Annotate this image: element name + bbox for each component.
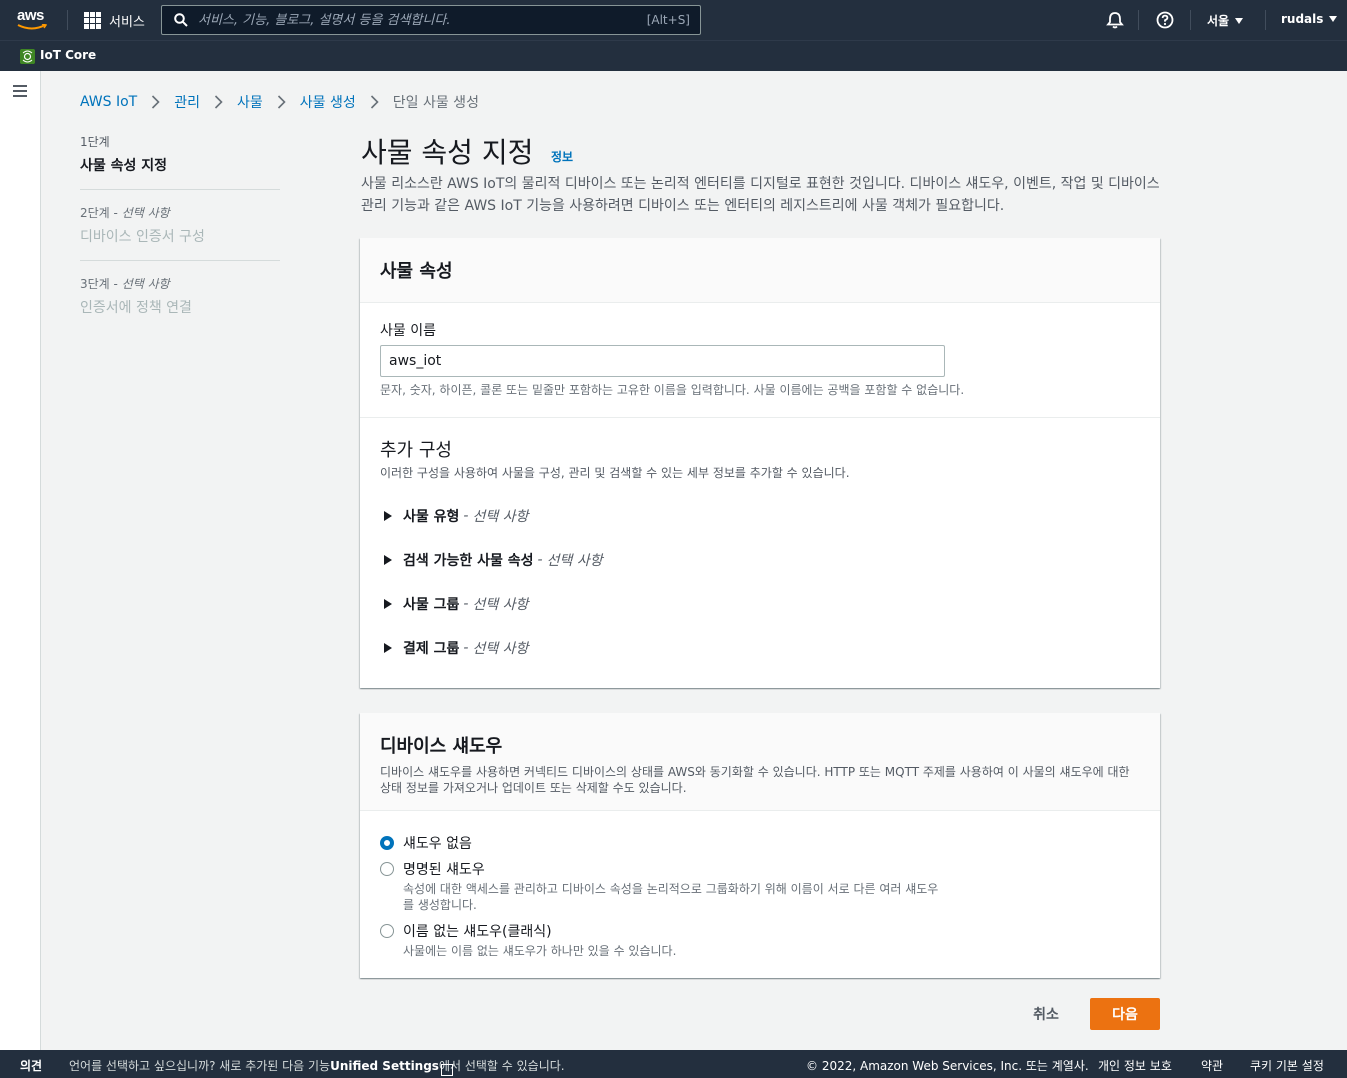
wizard-step-3: 3단계 - 선택 사항 인증서에 정책 연결: [80, 275, 280, 331]
nav-divider: [1265, 10, 1266, 30]
help-icon[interactable]: [1155, 10, 1175, 30]
wizard-step-2: 2단계 - 선택 사항 디바이스 인증서 구성: [80, 204, 280, 261]
chevron-right-icon: [370, 95, 379, 109]
chevron-right-icon: [277, 95, 286, 109]
breadcrumb-manage[interactable]: 관리: [174, 92, 200, 112]
bell-icon[interactable]: [1105, 10, 1125, 30]
step-title: 인증서에 정책 연결: [80, 300, 192, 316]
searchable-attributes-expander[interactable]: 검색 가능한 사물 속성 - 선택 사항: [384, 550, 603, 570]
breadcrumb-things[interactable]: 사물: [237, 92, 263, 112]
device-shadow-container: 디바이스 섀도우 디바이스 섀도우를 사용하면 커넥티드 디바이스의 상태를 A…: [360, 713, 1160, 978]
step-title: 사물 속성 지정: [80, 158, 168, 174]
nav-divider: [1190, 10, 1191, 30]
chevron-right-icon: [152, 95, 160, 109]
breadcrumb-create-things[interactable]: 사물 생성: [300, 92, 356, 112]
additional-config-description: 이러한 구성을 사용하여 사물을 구성, 관리 및 검색할 수 있는 세부 정보…: [380, 466, 850, 480]
smile-icon: [17, 24, 47, 30]
step-title: 디바이스 인증서 구성: [80, 229, 205, 245]
caret-down-icon: [1235, 17, 1244, 24]
chevron-right-icon: [214, 95, 223, 109]
next-button[interactable]: 다음: [1090, 998, 1160, 1030]
radio-label: 명명된 섀도우: [403, 862, 485, 878]
search-bar[interactable]: [Alt+S]: [161, 5, 701, 35]
copyright: © 2022, Amazon Web Services, Inc. 또는 계열사…: [806, 1059, 1089, 1073]
menu-icon[interactable]: [13, 85, 27, 97]
caret-right-icon: [384, 555, 392, 565]
thing-name-label: 사물 이름: [380, 323, 436, 339]
page-description: 사물 리소스란 AWS IoT의 물리적 디바이스 또는 논리적 엔터티를 디지…: [361, 176, 1160, 214]
thing-type-expander[interactable]: 사물 유형 - 선택 사항: [384, 506, 528, 526]
container-title: 디바이스 섀도우: [380, 736, 503, 757]
feedback-link[interactable]: 의견: [20, 1057, 42, 1074]
step-number: 1단계: [80, 135, 110, 149]
wizard-step-1: 1단계 사물 속성 지정: [80, 133, 280, 190]
caret-right-icon: [384, 643, 392, 653]
radio-description: 속성에 대한 액세스를 관리하고 디바이스 속성을 논리적으로 그룹화하기 위해…: [403, 882, 939, 912]
thing-properties-container: 사물 속성 사물 이름 문자, 숫자, 하이픈, 콜론 또는 밑줄만 포함하는 …: [360, 238, 1160, 688]
thing-name-input[interactable]: [380, 345, 945, 377]
service-name-link[interactable]: IoT Core: [40, 48, 96, 62]
wizard-steps: 1단계 사물 속성 지정 2단계 - 선택 사항 디바이스 인증서 구성 3단계…: [80, 133, 280, 345]
search-icon: [174, 13, 188, 27]
search-shortcut: [Alt+S]: [646, 13, 690, 27]
iot-core-icon: [20, 49, 35, 64]
breadcrumb: AWS IoT 관리 사물 사물 생성 단일 사물 생성: [80, 92, 479, 112]
language-notice: 언어를 선택하고 싶으십니까? 새로 추가된 다음 기능Unified Sett…: [69, 1057, 565, 1076]
services-menu-button[interactable]: 서비스: [84, 11, 145, 30]
search-input[interactable]: [198, 12, 647, 28]
divider: [360, 417, 1160, 418]
service-favorites-bar: IoT Core: [0, 40, 1347, 71]
top-navigation: aws 서비스 [Alt+S] 서울 rudals: [0, 0, 1347, 40]
breadcrumb-aws-iot[interactable]: AWS IoT: [80, 94, 137, 110]
terms-link[interactable]: 약관: [1201, 1057, 1223, 1074]
radio-description: 사물에는 이름 없는 섀도우가 하나만 있을 수 있습니다.: [403, 944, 677, 958]
aws-logo-text: aws: [17, 7, 44, 24]
breadcrumb-current: 단일 사물 생성: [392, 95, 479, 111]
account-menu[interactable]: rudals: [1281, 12, 1338, 26]
cancel-button[interactable]: 취소: [1018, 998, 1074, 1030]
page-title: 사물 속성 지정: [361, 136, 534, 169]
billing-group-expander[interactable]: 결제 그룹 - 선택 사항: [384, 638, 528, 658]
thing-name-hint: 문자, 숫자, 하이픈, 콜론 또는 밑줄만 포함하는 고유한 이름을 입력합니…: [380, 383, 965, 397]
aws-logo[interactable]: aws: [17, 8, 51, 32]
services-label: 서비스: [109, 15, 145, 30]
thing-groups-expander[interactable]: 사물 그룹 - 선택 사항: [384, 594, 528, 614]
shadow-description: 디바이스 섀도우를 사용하면 커넥티드 디바이스의 상태를 AWS와 동기화할 …: [380, 765, 1130, 795]
container-header: 사물 속성: [360, 238, 1160, 303]
region-label: 서울: [1207, 14, 1230, 28]
nav-divider: [67, 10, 68, 30]
caret-down-icon: [1329, 16, 1338, 22]
info-link[interactable]: 정보: [551, 148, 573, 165]
radio-button[interactable]: [380, 924, 394, 938]
radio-label: 이름 없는 섀도우(클래식): [403, 924, 552, 940]
nav-divider: [1138, 10, 1139, 30]
cookie-preferences-link[interactable]: 쿠키 기본 설정: [1250, 1057, 1324, 1074]
account-name: rudals: [1281, 12, 1324, 26]
side-navigation-rail: [0, 71, 41, 1050]
step-number: 2단계 - 선택 사항: [80, 206, 170, 220]
container-header: 디바이스 섀도우 디바이스 섀도우를 사용하면 커넥티드 디바이스의 상태를 A…: [360, 713, 1160, 811]
radio-no-shadow[interactable]: 섀도우 없음: [380, 833, 472, 853]
unified-settings-link[interactable]: Unified Settings: [330, 1059, 439, 1073]
region-selector[interactable]: 서울: [1207, 12, 1244, 29]
caret-right-icon: [384, 599, 392, 609]
additional-config-title: 추가 구성: [380, 440, 452, 461]
radio-button[interactable]: [380, 836, 394, 850]
external-link-icon: [440, 1064, 453, 1076]
radio-unnamed-shadow[interactable]: 이름 없는 섀도우(클래식) 사물에는 이름 없는 섀도우가 하나만 있을 수 …: [380, 921, 943, 959]
grid-icon: [84, 12, 101, 29]
step-number: 3단계 - 선택 사항: [80, 277, 170, 291]
privacy-link[interactable]: 개인 정보 보호: [1098, 1057, 1172, 1074]
radio-named-shadow[interactable]: 명명된 섀도우 속성에 대한 액세스를 관리하고 디바이스 속성을 논리적으로 …: [380, 859, 943, 913]
container-title: 사물 속성: [380, 261, 453, 282]
footer: 의견 언어를 선택하고 싶으십니까? 새로 추가된 다음 기능Unified S…: [0, 1050, 1347, 1078]
radio-label: 섀도우 없음: [403, 836, 472, 852]
radio-button[interactable]: [380, 862, 394, 876]
caret-right-icon: [384, 511, 392, 521]
